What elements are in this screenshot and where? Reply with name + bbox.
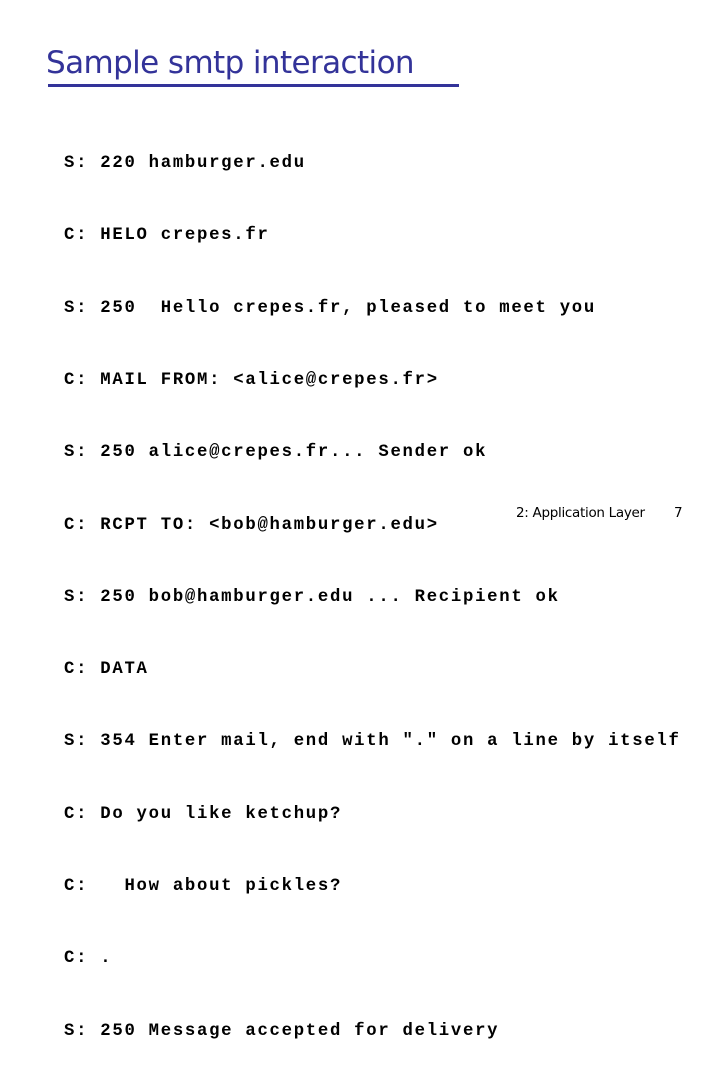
footer-chapter-label: 2: Application Layer (516, 505, 645, 521)
transcript-line: S: 220 hamburger.edu (64, 154, 306, 174)
slide-footer: 2: Application Layer 7 (0, 500, 720, 530)
transcript-line: C: Do you like ketchup? (64, 804, 343, 824)
transcript-line: C: . (64, 949, 113, 969)
transcript-line: C: MAIL FROM: <alice@crepes.fr> (64, 371, 439, 391)
transcript-line: C: HELO crepes.fr (64, 226, 270, 246)
transcript-line: S: 250 Hello crepes.fr, pleased to meet … (64, 298, 596, 318)
transcript-line: C: How about pickles? (64, 877, 343, 896)
transcript-line: S: 354 Enter mail, end with "." on a lin… (64, 732, 681, 752)
transcript-line: S: 250 alice@crepes.fr... Sender ok (64, 443, 488, 463)
title-underline (48, 84, 459, 87)
transcript-line: S: 250 Message accepted for delivery (64, 1021, 500, 1041)
footer-page-number: 7 (674, 505, 683, 521)
transcript-line: C: DATA (64, 660, 149, 680)
transcript-line: S: 250 bob@hamburger.edu ... Recipient o… (64, 587, 560, 607)
slide-canvas: Sample smtp interaction S: 220 hamburger… (0, 0, 720, 1041)
smtp-transcript: S: 220 hamburger.edu C: HELO crepes.fr S… (64, 104, 681, 1080)
page-title: Sample smtp interaction (46, 45, 415, 81)
